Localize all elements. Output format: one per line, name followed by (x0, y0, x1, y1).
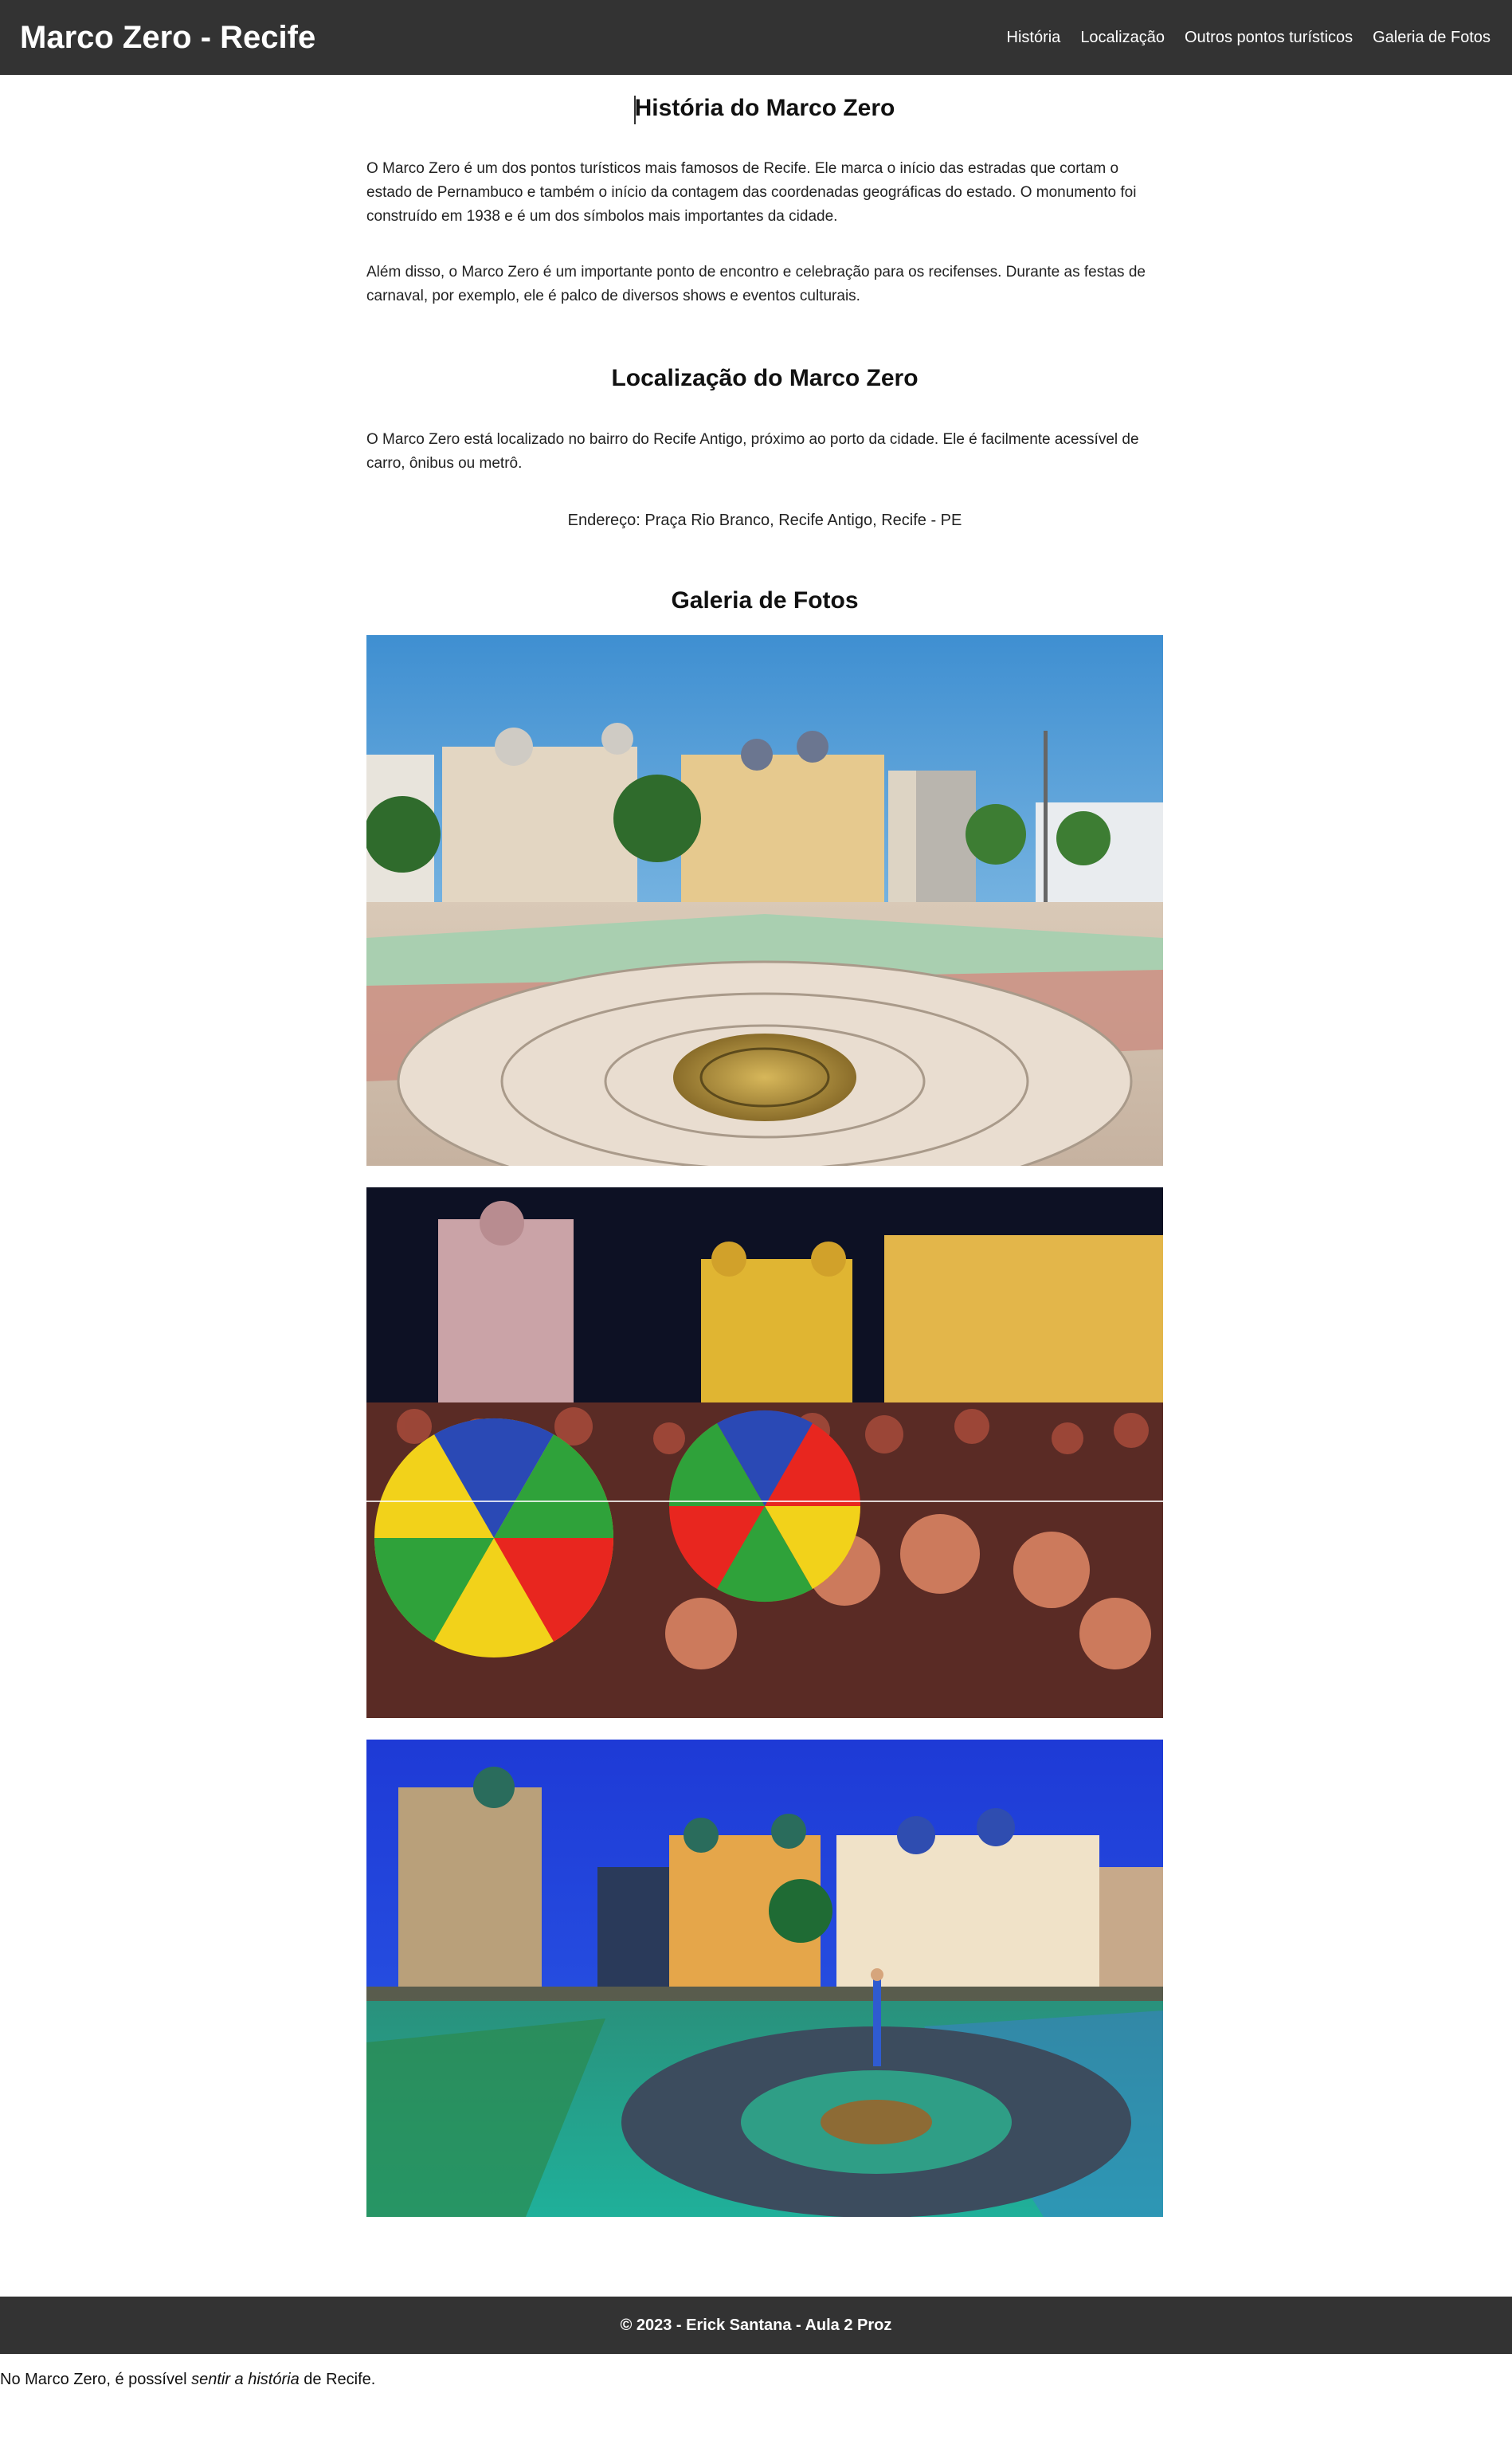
gallery-photo-daytime-square (366, 635, 1163, 1166)
nav-link-localizacao[interactable]: Localização (1080, 26, 1165, 49)
history-title: História do Marco Zero (634, 95, 895, 121)
closing-text-end: de Recife. (299, 2371, 376, 2388)
main-nav: História Localização Outros pontos turís… (1007, 26, 1490, 49)
location-address: Endereço: Praça Rio Branco, Recife Antig… (567, 512, 962, 529)
gallery-photo-night-square (366, 1740, 1163, 2217)
gallery-photo-carnival (366, 1187, 1163, 1718)
location-title: Localização do Marco Zero (611, 365, 919, 391)
closing-sentence: No Marco Zero, é possível sentir a histó… (0, 2368, 375, 2391)
site-title: Marco Zero - Recife (20, 20, 316, 55)
nav-link-outros-pontos[interactable]: Outros pontos turísticos (1185, 26, 1353, 49)
closing-text-start: No Marco Zero, é possível (0, 2371, 192, 2388)
site-header: Marco Zero - Recife História Localização… (0, 0, 1512, 75)
history-paragraph-2: Além disso, o Marco Zero é um importante… (366, 264, 1146, 304)
closing-emphasis: sentir a história (191, 2371, 300, 2388)
history-paragraph-1: O Marco Zero é um dos pontos turísticos … (366, 160, 1137, 225)
nav-link-historia[interactable]: História (1007, 26, 1061, 49)
footer-copyright: © 2023 - Erick Santana - Aula 2 Proz (620, 2317, 892, 2334)
gallery-title: Galeria de Fotos (671, 587, 859, 614)
nav-link-galeria[interactable]: Galeria de Fotos (1373, 26, 1490, 49)
location-paragraph: O Marco Zero está localizado no bairro d… (366, 431, 1139, 472)
site-footer: © 2023 - Erick Santana - Aula 2 Proz (0, 2297, 1512, 2354)
